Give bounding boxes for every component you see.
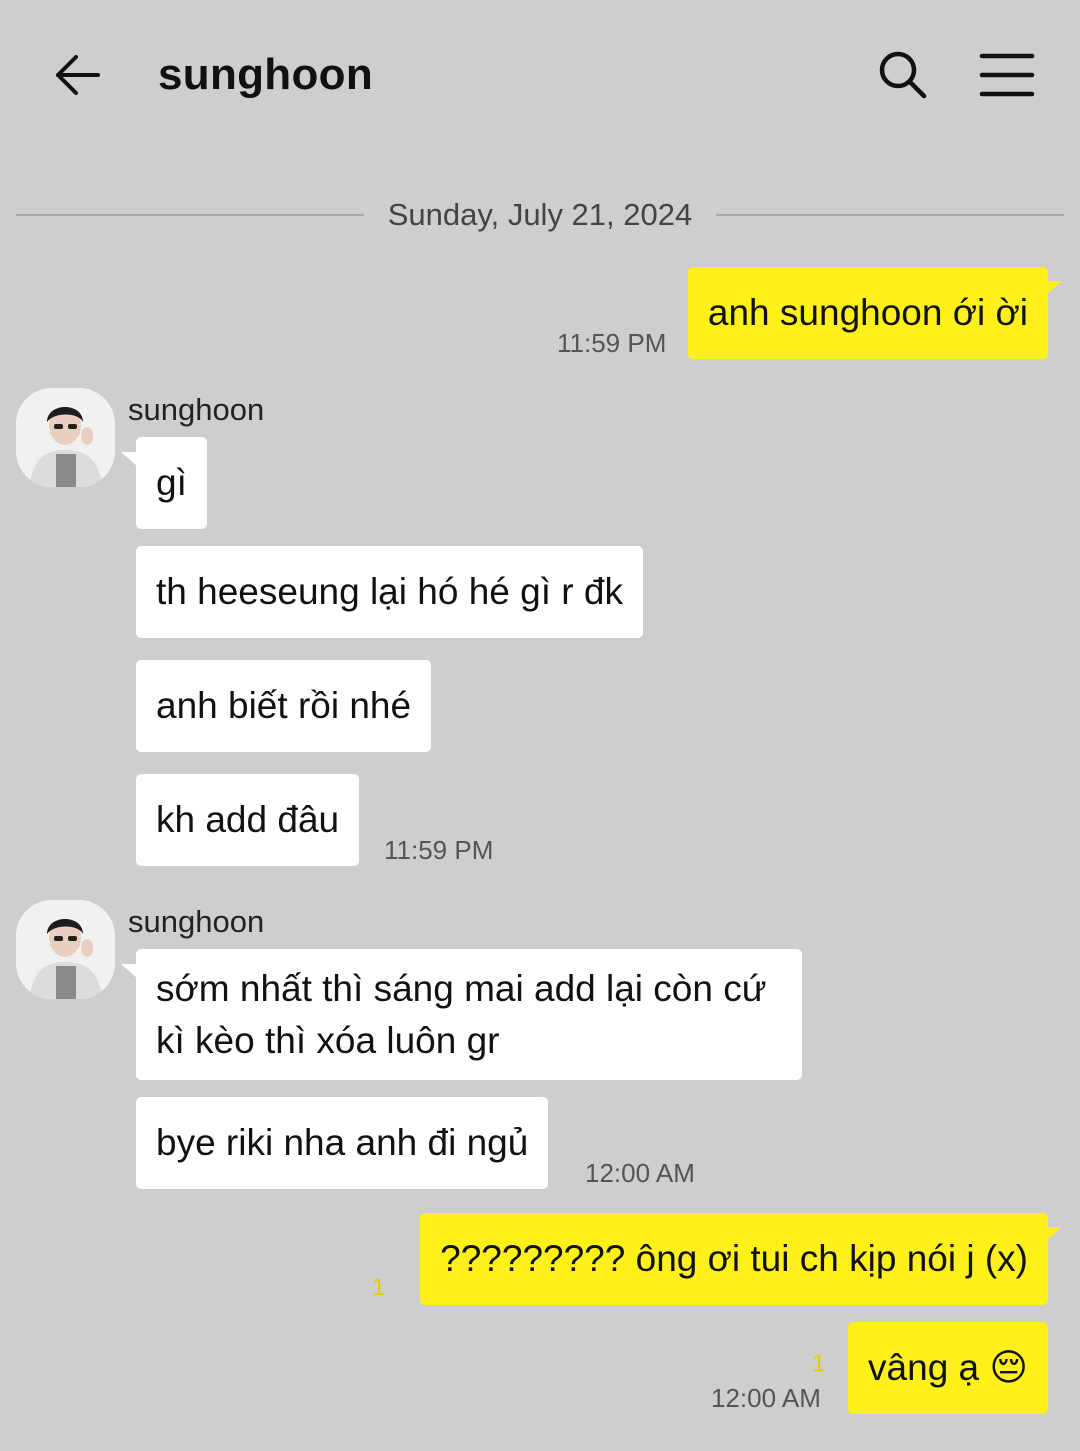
message-time: 12:00 AM (585, 1158, 695, 1188)
incoming-message[interactable]: bye riki nha anh đi ngủ (136, 1097, 549, 1189)
profile-photo-icon (16, 388, 115, 487)
menu-button[interactable] (978, 50, 1036, 100)
search-button[interactable] (874, 46, 932, 104)
avatar[interactable] (16, 388, 115, 487)
bubble-tail (121, 452, 137, 466)
date-divider: Sunday, July 21, 2024 (16, 195, 1064, 235)
hamburger-menu-icon (979, 53, 1035, 97)
message-time: 12:00 AM (711, 1383, 821, 1413)
sender-name: sunghoon (128, 904, 265, 939)
outgoing-message[interactable]: vâng ạ 😔 (848, 1322, 1048, 1414)
incoming-message[interactable]: gì (136, 437, 207, 529)
unread-count: 1 (372, 1274, 386, 1301)
message-time: 11:59 PM (384, 835, 494, 865)
avatar[interactable] (16, 900, 115, 999)
back-button[interactable] (48, 46, 106, 104)
chat-screen: sunghoon Sunday, July 21, 2024 11:59 PM … (0, 0, 1080, 1451)
arrow-left-icon (56, 55, 100, 95)
chat-header: sunghoon (0, 0, 1080, 150)
search-icon (879, 51, 927, 99)
chat-title: sunghoon (158, 50, 374, 99)
bubble-tail (1046, 281, 1062, 295)
profile-photo-icon (16, 900, 115, 999)
bubble-tail (121, 964, 137, 978)
bubble-tail (1046, 1227, 1062, 1241)
incoming-message[interactable]: sớm nhất thì sáng mai add lại còn cứ kì … (136, 949, 802, 1080)
incoming-message[interactable]: th heeseung lại hó hé gì r đk (136, 546, 643, 638)
sender-name: sunghoon (128, 392, 265, 427)
incoming-message[interactable]: kh add đâu (136, 774, 360, 866)
unread-count: 1 (812, 1350, 826, 1377)
message-time: 11:59 PM (557, 328, 667, 358)
incoming-message[interactable]: anh biết rồi nhé (136, 660, 432, 752)
outgoing-message[interactable]: ????????? ông ơi tui ch kịp nói j (x) (420, 1213, 1048, 1305)
divider-line (716, 214, 1064, 216)
outgoing-message[interactable]: anh sunghoon ới ời (687, 267, 1048, 359)
